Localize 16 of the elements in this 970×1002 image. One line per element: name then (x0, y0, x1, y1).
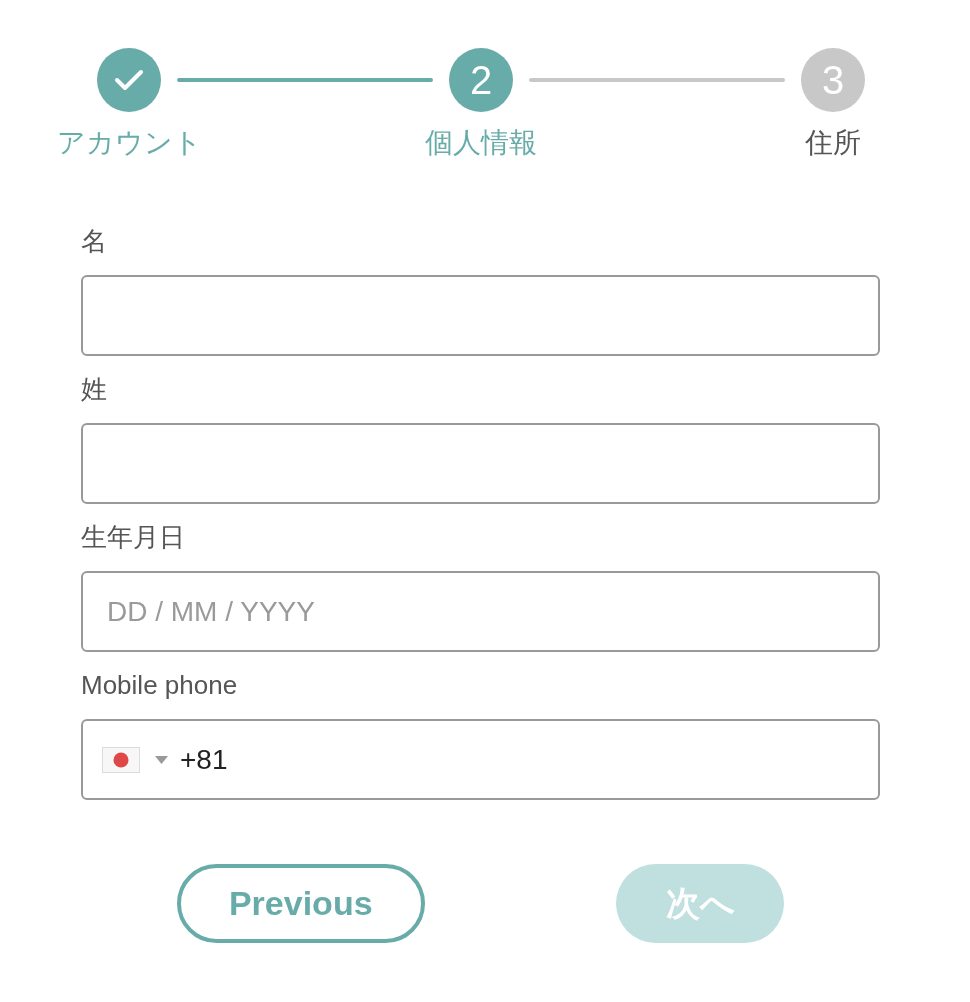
date-input[interactable]: DD / MM / YYYY (81, 571, 880, 652)
step-label: アカウント (56, 126, 202, 160)
flag-icon[interactable] (102, 746, 140, 773)
field-label: Mobile phone (81, 669, 238, 701)
text-input[interactable] (81, 275, 880, 356)
field-label: 名 (81, 225, 107, 257)
phone-field[interactable]: +81 (81, 719, 880, 800)
caret-icon[interactable] (155, 755, 168, 764)
field-label: 生年月日 (81, 521, 185, 553)
step-circle: 2 (449, 48, 513, 112)
phone-number-input[interactable]: +81 (180, 739, 859, 780)
field-label: 姓 (81, 373, 107, 405)
step-label: 個人情報 (425, 126, 537, 160)
step-label: 住所 (805, 126, 861, 160)
check-icon (114, 69, 144, 91)
text-input[interactable] (81, 423, 880, 504)
